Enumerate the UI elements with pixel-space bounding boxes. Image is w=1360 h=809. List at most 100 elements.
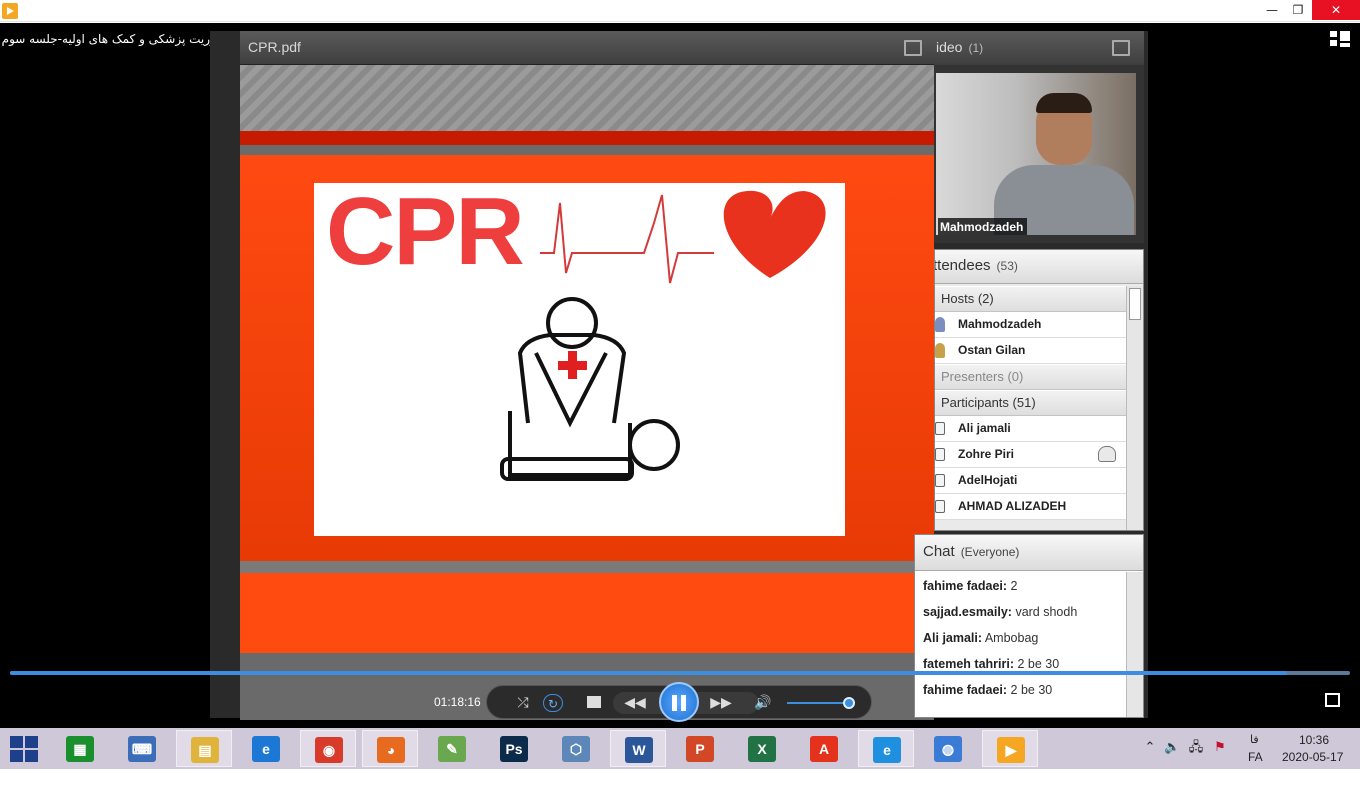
section-participants[interactable]: Participants (51) <box>935 390 1126 416</box>
chat-text: 2 be 30 <box>1017 657 1060 671</box>
chat-messages: fahime fadaei: 2 sajjad.esmaily: vard sh… <box>923 579 1123 709</box>
pause-bar <box>672 695 677 711</box>
language-code[interactable]: FA <box>1248 750 1263 764</box>
speaker-icon[interactable]: 🔈 <box>1164 740 1180 756</box>
list-item[interactable]: AdelHojati <box>935 468 1126 494</box>
camera-pod: ideo (1) Mahmodzadeh <box>934 31 1144 243</box>
volume-icon[interactable]: 🔊 <box>753 694 773 712</box>
volume-knob[interactable] <box>843 697 856 709</box>
red-cross-h <box>558 361 587 370</box>
fast-forward-button[interactable]: ▶▶ <box>709 694 733 712</box>
stop-button[interactable] <box>587 696 601 708</box>
restore-button[interactable]: ❐ <box>1283 0 1313 20</box>
presenter-name-label: Mahmodzadeh <box>938 218 1028 235</box>
playback-controls: ⤮ ↻ ◀◀ ▶▶ 🔊 <box>486 682 872 722</box>
chat-pod-title: Chat (Everyone) <box>923 543 1019 560</box>
seek-bar[interactable] <box>10 671 1350 675</box>
start-button[interactable] <box>8 735 40 763</box>
layout-toggle-icon[interactable] <box>1330 31 1350 47</box>
window-title-bar: — ❐ ✕ <box>0 0 1360 22</box>
taskbar-notepad-plus-button[interactable]: ✎ <box>424 730 480 767</box>
cpr-illustration <box>500 190 826 481</box>
volume-fill <box>787 702 850 704</box>
chat-sender: fahime fadaei: <box>923 683 1008 697</box>
taskbar-powerpoint-button[interactable]: P <box>672 730 728 767</box>
fullscreen-icon[interactable] <box>904 40 922 56</box>
repeat-icon[interactable]: ↻ <box>543 694 563 712</box>
list-item[interactable]: Ostan Gilan <box>935 338 1126 364</box>
taskbar-excel-button[interactable]: X <box>734 730 790 767</box>
taskbar-chrome-button[interactable]: ◉ <box>300 730 356 767</box>
taskbar-internet-options-button[interactable]: ◍ <box>920 730 976 767</box>
chat-message: fatemeh tahriri: 2 be 30 <box>923 657 1123 683</box>
pause-button[interactable] <box>659 682 699 722</box>
camera-count: (1) <box>968 41 984 55</box>
camera-pod-title: ideo (1) <box>936 39 983 55</box>
media-player-icon: ▶ <box>997 737 1025 763</box>
attendee-name: Ostan Gilan <box>958 343 1026 357</box>
clock-date[interactable]: 2020-05-17 <box>1282 750 1343 764</box>
app-icon <box>2 3 18 19</box>
popout-icon[interactable] <box>1325 693 1340 707</box>
chat-text: 2 be 30 <box>1010 683 1053 697</box>
host-icon <box>935 343 945 358</box>
scroll-thumb[interactable] <box>1129 288 1141 320</box>
action-center-flag-icon[interactable]: ⚑ <box>1212 740 1228 756</box>
clock-time[interactable]: 10:36 <box>1299 733 1329 747</box>
camera-pod-header: ideo (1) <box>934 31 1144 65</box>
taskbar-internet-explorer-button[interactable]: e <box>238 730 294 767</box>
chat-sender: fahime fadaei: <box>923 579 1008 593</box>
list-item[interactable]: Ali jamali <box>935 416 1126 442</box>
taskbar-remote-desktop-button[interactable]: ⌨ <box>114 730 170 767</box>
internet-explorer-icon: e <box>252 736 280 762</box>
remote-desktop-icon: ⌨ <box>128 736 156 762</box>
session-title: فوریت پزشکی و کمک های اولیه-جلسه سوم <box>1 32 222 46</box>
taskbar-edge-button[interactable]: e <box>858 730 914 767</box>
section-hosts[interactable]: Hosts (2) <box>935 286 1126 312</box>
section-presenters[interactable]: Presenters (0) <box>935 364 1126 390</box>
chat-text: 2 <box>1010 579 1018 593</box>
chat-message: fahime fadaei: 2 <box>923 579 1123 605</box>
meeting-room: CPR.pdf CPR ideo (1) Mahmodzadeh ttendee… <box>210 31 1148 720</box>
taskbar-photoshop-button[interactable]: Ps <box>486 730 542 767</box>
share-pod: CPR.pdf CPR <box>240 31 934 720</box>
notepad-plus-icon: ✎ <box>438 736 466 762</box>
language-indicator[interactable]: فا <box>1250 733 1259 746</box>
fullscreen-icon[interactable] <box>1112 40 1130 56</box>
taskbar-media-player-button[interactable]: ▶ <box>982 730 1038 767</box>
recording-player: فوریت پزشکی و کمک های اولیه-جلسه سوم CPR… <box>0 23 1360 728</box>
attendee-name: AdelHojati <box>958 473 1018 487</box>
edge-icon: e <box>873 737 901 763</box>
taskbar-virtualbox-button[interactable]: ⬡ <box>548 730 604 767</box>
participant-icon <box>935 448 945 461</box>
list-item[interactable]: Zohre Piri <box>935 442 1126 468</box>
attendees-count: (53) <box>996 259 1018 273</box>
chat-message: Ali jamali: Ambobag <box>923 631 1123 657</box>
network-icon[interactable]: 🖧 <box>1188 740 1204 756</box>
chevron-up-icon[interactable]: ⌃ <box>1142 740 1158 756</box>
rewind-button[interactable]: ◀◀ <box>623 694 647 712</box>
taskbar-word-button[interactable]: W <box>610 730 666 767</box>
taskbar-firefox-button[interactable]: ◕ <box>362 730 418 767</box>
shuffle-icon[interactable]: ⤮ <box>513 694 533 712</box>
elapsed-time: 01:18:16 <box>434 695 481 709</box>
attendee-scrollbar[interactable] <box>1126 286 1143 530</box>
taskbar-calculator-button[interactable]: ▦ <box>52 730 108 767</box>
attendees-title-text: ttendees <box>934 257 991 274</box>
attendee-name: Zohre Piri <box>958 447 1015 461</box>
chat-text: vard shodh <box>1015 605 1078 619</box>
internet-options-icon: ◍ <box>934 736 962 762</box>
chat-scrollbar[interactable] <box>1126 572 1143 717</box>
taskbar-acrobat-button[interactable]: A <box>796 730 852 767</box>
volume-slider[interactable] <box>787 697 856 709</box>
presenter-hair <box>1036 93 1092 113</box>
share-pod-header: CPR.pdf <box>240 31 934 65</box>
taskbar-file-explorer-button[interactable]: ▤ <box>176 730 232 767</box>
list-item[interactable]: Mahmodzadeh <box>935 312 1126 338</box>
list-item[interactable]: AHMAD ALIZADEH <box>935 494 1126 520</box>
chat-sender: sajjad.esmaily: <box>923 605 1012 619</box>
participant-icon <box>935 500 945 513</box>
close-button[interactable]: ✕ <box>1312 0 1360 20</box>
share-pod-title: CPR.pdf <box>248 39 301 55</box>
virtualbox-icon: ⬡ <box>562 736 590 762</box>
